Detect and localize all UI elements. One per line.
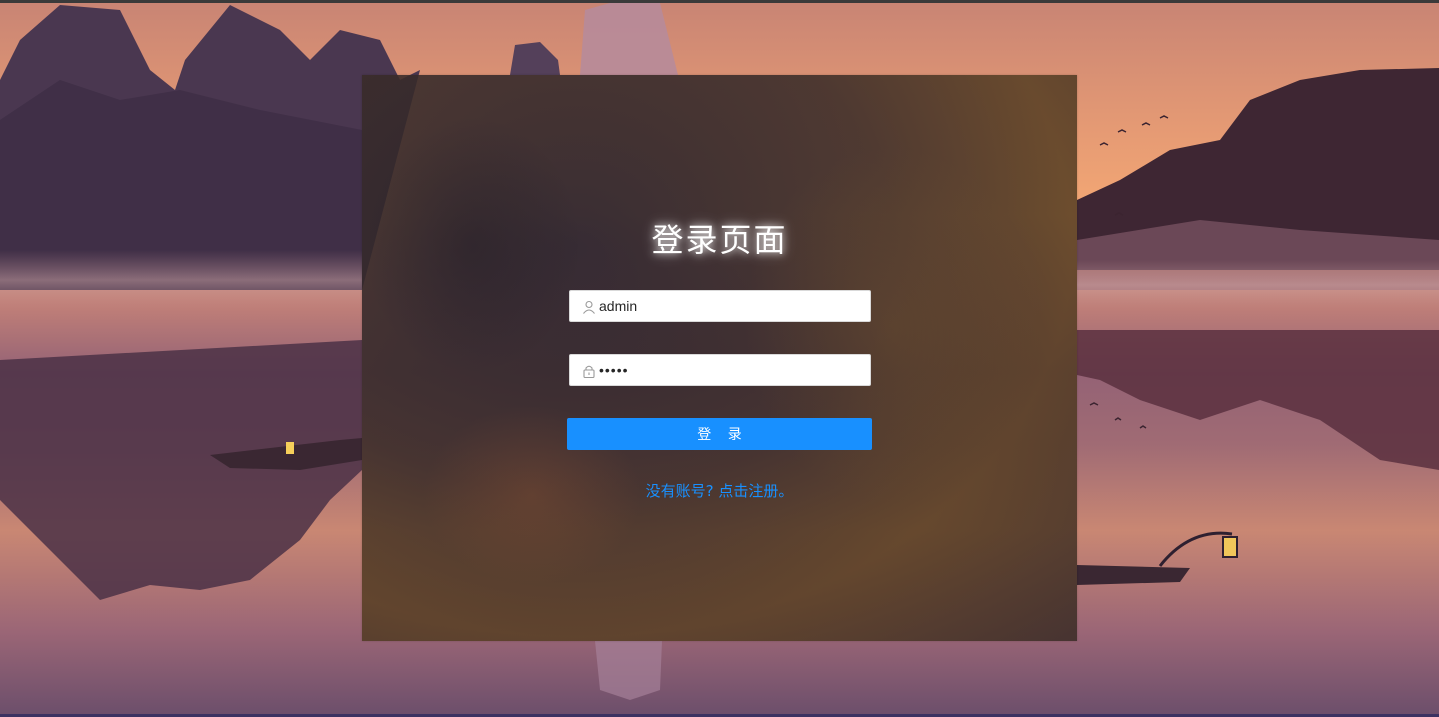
panel-glow	[742, 145, 1042, 505]
password-field[interactable]	[569, 354, 871, 386]
login-page: 登录页面 登 录 没有账号? 点击注册。	[0, 0, 1439, 717]
username-input[interactable]	[599, 291, 859, 321]
login-panel: 登录页面 登 录 没有账号? 点击注册。	[362, 75, 1077, 641]
page-title: 登录页面	[651, 221, 788, 259]
password-input[interactable]	[599, 355, 859, 385]
username-field[interactable]	[569, 290, 871, 322]
lock-icon	[582, 363, 596, 379]
register-link[interactable]: 没有账号? 点击注册。	[362, 480, 1077, 501]
login-button[interactable]: 登 录	[567, 418, 872, 450]
user-icon	[582, 299, 596, 314]
